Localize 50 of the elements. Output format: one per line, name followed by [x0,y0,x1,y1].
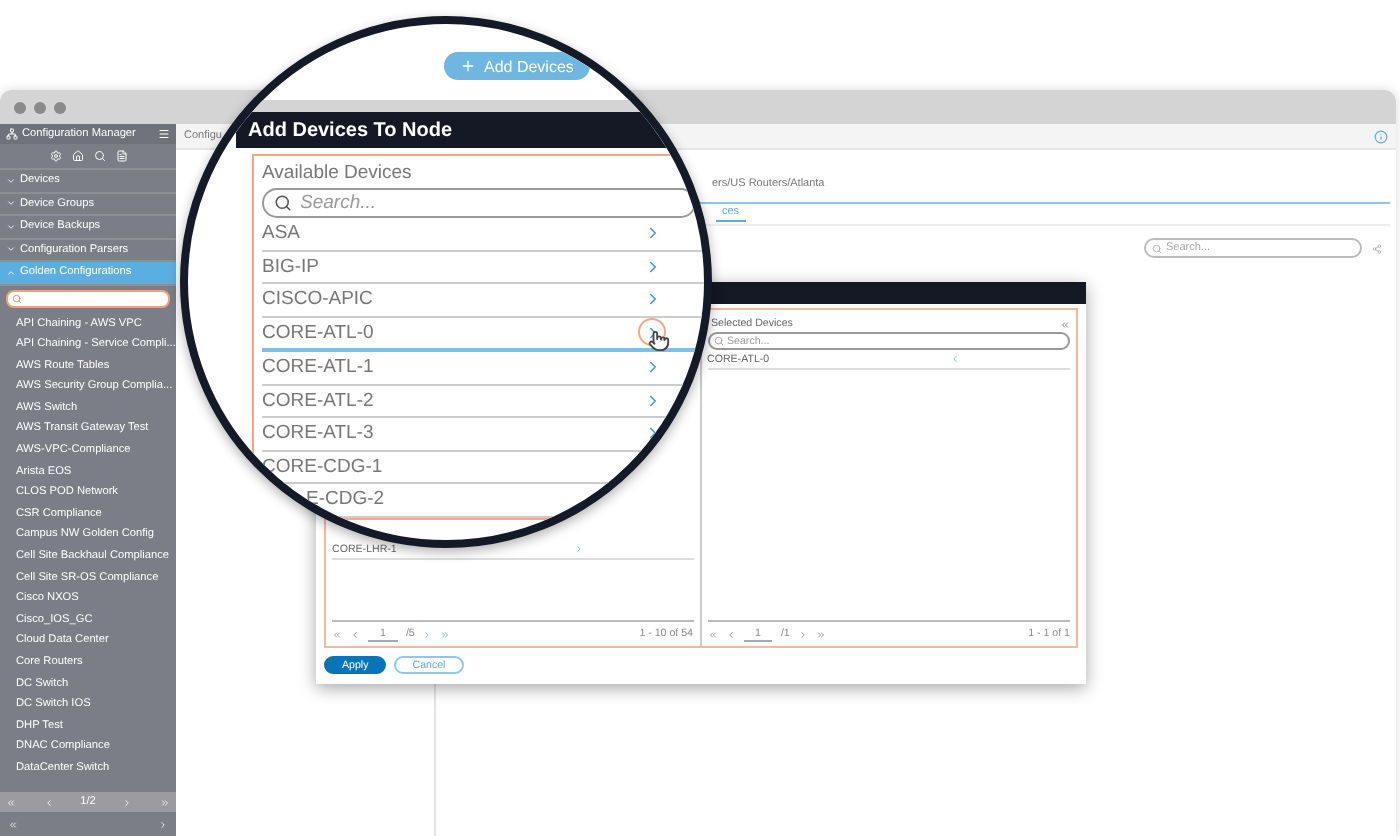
last-page-icon[interactable] [815,629,826,639]
chevron-up-icon [6,267,16,278]
window-dot-icon[interactable] [34,101,46,113]
plus-icon [460,58,476,74]
device-row[interactable]: CORE-CDG-1 [262,451,704,484]
search-field[interactable]: Search... [262,188,696,218]
device-row[interactable]: CORE-ATL-1 [262,352,704,385]
device-row[interactable]: CORE-ATL-3 [262,418,704,451]
last-page-icon[interactable] [159,797,170,807]
chevron-down-icon [6,175,16,186]
previous-page-icon[interactable] [725,629,735,639]
window-dot-icon[interactable] [14,101,26,113]
collapse-icon[interactable] [8,819,18,829]
chevron-down-icon [6,244,16,255]
first-page-icon[interactable] [332,629,342,639]
previous-page-icon[interactable] [43,797,54,807]
chevron-right-icon[interactable] [158,819,168,829]
device-row[interactable]: CISCO-APIC [262,284,704,317]
add-devices-button[interactable]: Add Devices [444,52,590,80]
settings-icon[interactable] [49,150,61,162]
panel-heading: Available Devices [262,162,414,188]
share-icon[interactable] [1372,243,1382,253]
remove-all-icon[interactable] [1060,319,1070,329]
document-icon[interactable] [115,150,127,162]
first-page-icon[interactable] [6,797,16,807]
search-icon [713,336,723,346]
device-row[interactable]: ASA [262,218,704,251]
search-icon[interactable] [93,150,105,162]
hand-cursor-icon [648,330,670,353]
device-row[interactable]: CORE-ATL-0 [262,317,704,352]
info-icon[interactable] [1374,129,1388,143]
search-icon [274,194,292,212]
previous-page-icon[interactable] [350,629,360,639]
network-icon [6,128,18,140]
menu-icon[interactable] [158,128,170,140]
device-row[interactable]: BIG-IP [262,251,704,284]
next-page-icon[interactable] [797,629,808,639]
home-icon[interactable] [71,150,83,162]
window-dot-icon[interactable] [54,101,66,113]
next-page-icon[interactable] [422,629,433,639]
last-page-icon[interactable] [440,629,451,639]
next-page-icon[interactable] [122,797,133,807]
search-icon [12,293,22,303]
first-page-icon[interactable] [707,629,717,639]
chevron-down-icon [6,221,16,232]
search-icon [1152,243,1162,253]
chevron-down-icon [6,198,16,209]
device-row[interactable]: CORE-ATL-2 [262,385,704,418]
device-row[interactable]: E-CDG-2 [262,484,704,517]
sidebar-search-field[interactable] [6,289,170,307]
